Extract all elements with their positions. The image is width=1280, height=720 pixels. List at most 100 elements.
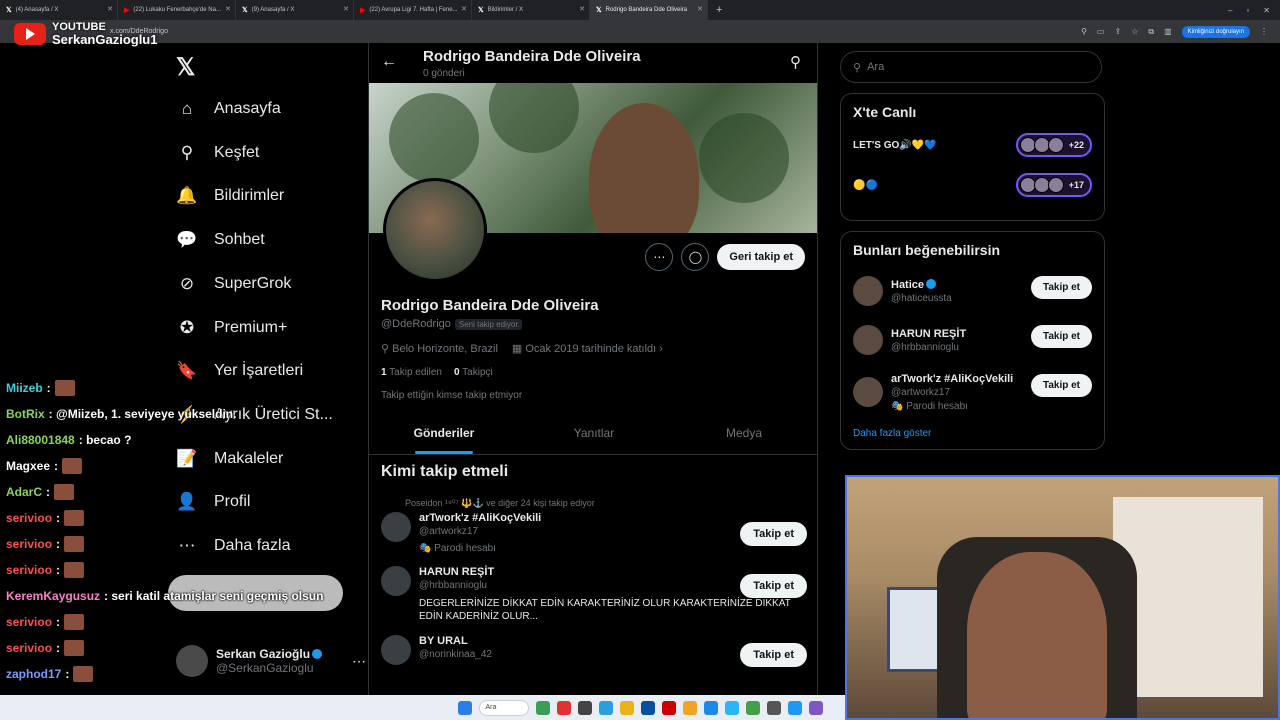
nav-item-ke-fet[interactable]: ⚲ Keşfet — [176, 142, 260, 164]
verify-identity-chip[interactable]: Kimliğinizi doğrulayın — [1181, 25, 1250, 38]
chat-text: : — [56, 563, 61, 577]
listener-count: +22 — [1068, 140, 1084, 150]
youtube-icon: ▶ — [124, 7, 130, 14]
close-window-button[interactable]: ✕ — [1263, 6, 1270, 15]
maximize-button[interactable]: ▫ — [1246, 6, 1249, 15]
cast-icon[interactable]: ▭ — [1097, 27, 1105, 36]
x-icon: 𝕏 — [6, 7, 12, 14]
avatar — [1047, 137, 1064, 153]
app-icon[interactable] — [577, 700, 592, 715]
x-logo-icon[interactable]: 𝕏 — [176, 53, 195, 82]
list-item: Poseidon ¹⁹⁰⁷ 🔱⚓ ve diğer 24 kişi takip … — [381, 498, 807, 554]
app-icon[interactable] — [808, 700, 823, 715]
follow-button[interactable]: Takip et — [1030, 325, 1092, 348]
app-icon[interactable] — [640, 700, 655, 715]
suggested-account[interactable]: HARUN REŞİT @hrbbannioglu Takip et — [853, 317, 1092, 363]
taskbar-search[interactable]: Ara — [478, 699, 529, 716]
app-icon[interactable] — [682, 700, 697, 715]
follow-back-button[interactable]: Geri takip et — [717, 244, 805, 270]
follow-button[interactable]: Takip et — [740, 574, 807, 598]
live-listeners-pill[interactable]: +17 — [1015, 173, 1092, 197]
suggested-account[interactable]: Hatice @haticeussta Takip et — [853, 268, 1092, 314]
followers-link[interactable]: 0 Takipçi — [454, 367, 493, 378]
suggested-account-body: HARUN REŞİT @hrbbannioglu — [891, 328, 966, 353]
tab-yanıtlar[interactable]: Yanıtlar — [519, 413, 669, 454]
close-tab-icon[interactable]: ✕ — [461, 5, 467, 13]
chrome-icon[interactable] — [619, 700, 634, 715]
nav-item-premium[interactable]: ✪ Premium+ — [176, 317, 287, 339]
tab-gönderiler[interactable]: Gönderiler — [369, 413, 519, 454]
live-space-row[interactable]: LET'S GO🔊💛💙 +22 — [853, 130, 1092, 160]
close-tab-icon[interactable]: ✕ — [107, 5, 113, 13]
tab-title: Rodrigo Bandeira Dde Oliveira — [605, 7, 688, 13]
show-more-link[interactable]: Daha fazla göster — [853, 428, 1092, 439]
avatar[interactable] — [853, 276, 883, 306]
chat-username: Magxee — [6, 459, 51, 473]
minimize-button[interactable]: – — [1228, 6, 1232, 15]
app-icon[interactable] — [724, 700, 739, 715]
chat-username: KeremKaygusuz — [6, 589, 101, 603]
header-name: Rodrigo Bandeira Dde Oliveira — [423, 48, 641, 65]
chat-username: serivioo — [6, 563, 53, 577]
browser-tab[interactable]: 𝕏 Rodrigo Bandeira Dde Oliveira ✕ — [590, 0, 708, 20]
close-tab-icon[interactable]: ✕ — [225, 5, 231, 13]
follow-button[interactable]: Takip et — [740, 522, 807, 546]
start-icon[interactable] — [457, 700, 472, 715]
extensions-icon[interactable]: ⧉ — [1148, 27, 1154, 37]
avatar[interactable] — [381, 635, 411, 665]
avatar[interactable] — [853, 377, 883, 407]
close-tab-icon[interactable]: ✕ — [579, 5, 585, 13]
message-button[interactable]: ◯ — [681, 243, 710, 271]
app-icon[interactable] — [787, 700, 802, 715]
chat-message: KeremKaygusuz: seri katil atamişlar seni… — [6, 583, 371, 609]
profile-header-bar: ← Rodrigo Bandeira Dde Oliveira 0 gönder… — [369, 43, 817, 83]
search-icon[interactable]: ⚲ — [790, 53, 801, 71]
chat-message: Magxee: — [6, 453, 371, 479]
close-tab-icon[interactable]: ✕ — [697, 5, 703, 13]
live-space-row[interactable]: 🟡🔵 +17 — [853, 170, 1092, 200]
profile-handle: @DdeRodrigo — [381, 318, 451, 330]
share-icon[interactable]: ⇪ — [1114, 27, 1121, 36]
more-options-button[interactable]: ⋯ — [645, 243, 674, 271]
emote-icon — [54, 380, 75, 396]
zoom-icon[interactable]: ⚲ — [1081, 27, 1087, 36]
nav-item-sohbet[interactable]: 💬 Sohbet — [176, 229, 264, 251]
browser-tab[interactable]: ▶ (22) Avrupa Ligi 7. Hafta | Fene... ✕ — [354, 0, 472, 20]
follow-button[interactable]: Takip et — [1030, 276, 1092, 299]
follow-button[interactable]: Takip et — [1030, 374, 1092, 397]
nav-item-supergrok[interactable]: ⊘ SuperGrok — [176, 273, 292, 295]
app-icon[interactable] — [556, 700, 571, 715]
tab-title: (22) Lukaku Fenerbahçe'de Na... — [133, 7, 221, 13]
app-icon[interactable] — [745, 700, 760, 715]
live-listeners-pill[interactable]: +22 — [1015, 133, 1092, 157]
new-tab-button[interactable]: + — [708, 4, 730, 16]
parody-label: 🎭 Parodi hesabı — [891, 400, 968, 412]
app-icon[interactable] — [535, 700, 550, 715]
app-icon[interactable] — [766, 700, 781, 715]
follow-button[interactable]: Takip et — [740, 643, 807, 667]
avatar[interactable] — [381, 512, 411, 542]
telegram-icon[interactable] — [598, 700, 613, 715]
close-tab-icon[interactable]: ✕ — [343, 5, 349, 13]
suggested-name-text: arTwork'z #AliKoçVekili — [891, 372, 1014, 385]
avatar[interactable] — [381, 566, 411, 596]
joined-link[interactable]: ▦ Ocak 2019 tarihinde katıldı › — [512, 342, 663, 355]
browser-tab[interactable]: 𝕏 Bildirimler / X ✕ — [472, 0, 590, 20]
nav-item-anasayfa[interactable]: ⌂ Anasayfa — [176, 98, 281, 120]
nav-item-bildirimler[interactable]: 🔔 Bildirimler — [176, 185, 284, 207]
profile-avatar[interactable] — [383, 178, 487, 282]
search-input[interactable]: ⚲ Ara — [840, 51, 1102, 83]
browser-tab[interactable]: 𝕏 (4) Anasayfa / X ✕ — [0, 0, 118, 20]
netflix-icon[interactable] — [661, 700, 676, 715]
avatar[interactable] — [853, 325, 883, 355]
browser-tab[interactable]: 𝕏 (9) Anasayfa / X ✕ — [236, 0, 354, 20]
browser-menu-icon[interactable]: ⋮ — [1260, 27, 1268, 36]
bookmark-star-icon[interactable]: ☆ — [1131, 27, 1138, 36]
back-arrow-icon[interactable]: ← — [381, 53, 397, 71]
suggested-account[interactable]: arTwork'z #AliKoçVekili @artworkz17 🎭 Paro… — [853, 366, 1092, 418]
tab-medya[interactable]: Medya — [669, 413, 817, 454]
app-icon[interactable] — [703, 700, 718, 715]
sidepanel-icon[interactable]: ▥ — [1164, 27, 1172, 36]
following-link[interactable]: 1 Takip edilen — [381, 367, 442, 378]
browser-tab[interactable]: ▶ (22) Lukaku Fenerbahçe'de Na... ✕ — [118, 0, 236, 20]
